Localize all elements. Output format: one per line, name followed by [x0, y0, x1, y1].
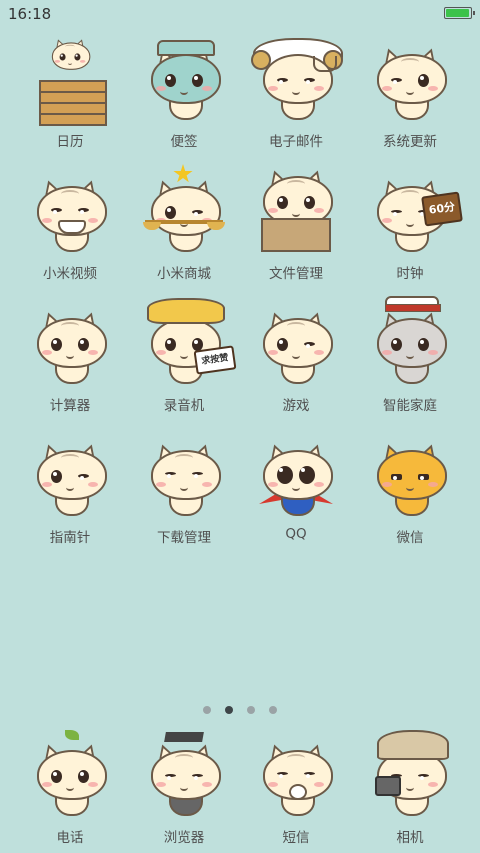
cat-figure	[33, 309, 107, 384]
phone-cat-icon	[25, 730, 115, 822]
notes-cat-icon	[139, 36, 229, 126]
app-label: 电子邮件	[269, 134, 323, 150]
dock-app-browser[interactable]: 浏览器	[128, 732, 240, 846]
cat-figure	[259, 441, 333, 516]
app-system-update[interactable]: 系统更新	[354, 36, 466, 150]
bucket-hat-prop	[377, 730, 449, 760]
app-label: 录音机	[163, 398, 205, 414]
app-label: 指南针	[49, 530, 91, 546]
page-dot-4[interactable]	[269, 706, 277, 714]
app-label: 智能家庭	[383, 398, 437, 414]
straw-hat-prop	[147, 298, 225, 324]
cat-figure	[147, 741, 221, 816]
sign-prop: 求按赞	[193, 345, 237, 375]
sign-prop: 60分	[421, 191, 463, 227]
cat-figure	[147, 441, 221, 516]
app-label: 浏览器	[163, 830, 205, 846]
stairs-prop	[39, 80, 107, 126]
cat-figure	[373, 309, 447, 384]
dock-app-sms[interactable]: 短信	[240, 732, 352, 846]
compass-cat-icon	[25, 432, 115, 522]
app-label: 系统更新	[383, 134, 437, 150]
app-game[interactable]: 游戏	[240, 300, 352, 414]
cat-figure	[259, 741, 333, 816]
app-file-manager[interactable]: 文件管理	[240, 167, 352, 282]
app-label: 文件管理	[269, 266, 323, 282]
page-indicator[interactable]	[0, 699, 480, 718]
app-calendar[interactable]: 日历	[14, 36, 126, 150]
cat-figure	[33, 741, 107, 816]
smart-home-cat-icon	[365, 296, 455, 390]
camera-cat-icon	[365, 730, 455, 822]
app-label: 游戏	[282, 398, 310, 414]
camera-prop	[375, 776, 401, 796]
app-label: 下载管理	[157, 530, 211, 546]
app-wechat[interactable]: 微信	[354, 432, 466, 546]
mall-cat-icon	[139, 164, 229, 258]
dock-app-camera[interactable]: 相机	[354, 730, 466, 846]
cat-figure	[373, 45, 447, 120]
app-label: 计算器	[49, 398, 91, 414]
system-update-cat-icon	[365, 36, 455, 126]
app-label: 电话	[56, 830, 84, 846]
status-time: 16:18	[8, 5, 52, 23]
app-notes[interactable]: 便签	[128, 36, 240, 150]
page-dot-1[interactable]	[203, 706, 211, 714]
status-bar: 16:18	[0, 0, 480, 28]
app-smart-home[interactable]: 智能家庭	[354, 296, 466, 414]
battery-icon	[444, 7, 475, 19]
app-label: 相机	[396, 830, 424, 846]
battery-fill	[446, 9, 470, 17]
game-cat-icon	[251, 300, 341, 390]
wechat-cat-icon	[365, 432, 455, 522]
app-email[interactable]: 电子邮件	[240, 36, 352, 150]
dock-app-phone[interactable]: 电话	[14, 730, 126, 846]
app-label: 短信	[282, 830, 310, 846]
app-video[interactable]: 小米视频	[14, 168, 126, 282]
app-label: 便签	[170, 134, 198, 150]
app-clock[interactable]: 60分 时钟	[354, 168, 466, 282]
calendar-cat-icon	[25, 36, 115, 126]
app-qq[interactable]: QQ	[240, 432, 352, 542]
cat-figure	[373, 441, 447, 516]
app-label: 日历	[56, 134, 84, 150]
page-dot-2[interactable]	[225, 706, 233, 714]
sms-cat-icon	[251, 732, 341, 822]
app-label: QQ	[285, 526, 307, 542]
page-dot-3[interactable]	[247, 706, 255, 714]
clock-cat-icon: 60分	[365, 168, 463, 258]
box-prop	[261, 218, 331, 252]
cat-figure	[147, 45, 221, 120]
cat-figure	[33, 177, 107, 252]
app-recorder[interactable]: 求按赞 录音机	[128, 298, 240, 414]
app-mall[interactable]: 小米商城	[128, 164, 240, 282]
hat-prop	[157, 40, 215, 56]
file-manager-cat-icon	[251, 167, 341, 258]
cat-figure	[50, 37, 91, 79]
app-label: 小米商城	[157, 266, 211, 282]
app-label: 时钟	[396, 266, 424, 282]
calculator-cat-icon	[25, 300, 115, 390]
video-cat-icon	[25, 168, 115, 258]
cat-figure	[259, 309, 333, 384]
qq-cat-icon	[251, 432, 341, 522]
cap-band	[385, 304, 441, 312]
browser-cat-icon	[139, 732, 229, 822]
app-download[interactable]: 下载管理	[128, 432, 240, 546]
app-label: 微信	[396, 530, 424, 546]
cat-figure	[33, 441, 107, 516]
app-label: 小米视频	[43, 266, 97, 282]
sprout-prop	[65, 730, 79, 740]
download-cat-icon	[139, 432, 229, 522]
app-calculator[interactable]: 计算器	[14, 300, 126, 414]
cat-figure	[147, 177, 221, 252]
email-cat-icon	[251, 36, 343, 126]
app-compass[interactable]: 指南针	[14, 432, 126, 546]
cup-prop	[313, 56, 337, 72]
grad-cap-prop	[164, 732, 204, 742]
recorder-cat-icon: 求按赞	[139, 298, 237, 390]
